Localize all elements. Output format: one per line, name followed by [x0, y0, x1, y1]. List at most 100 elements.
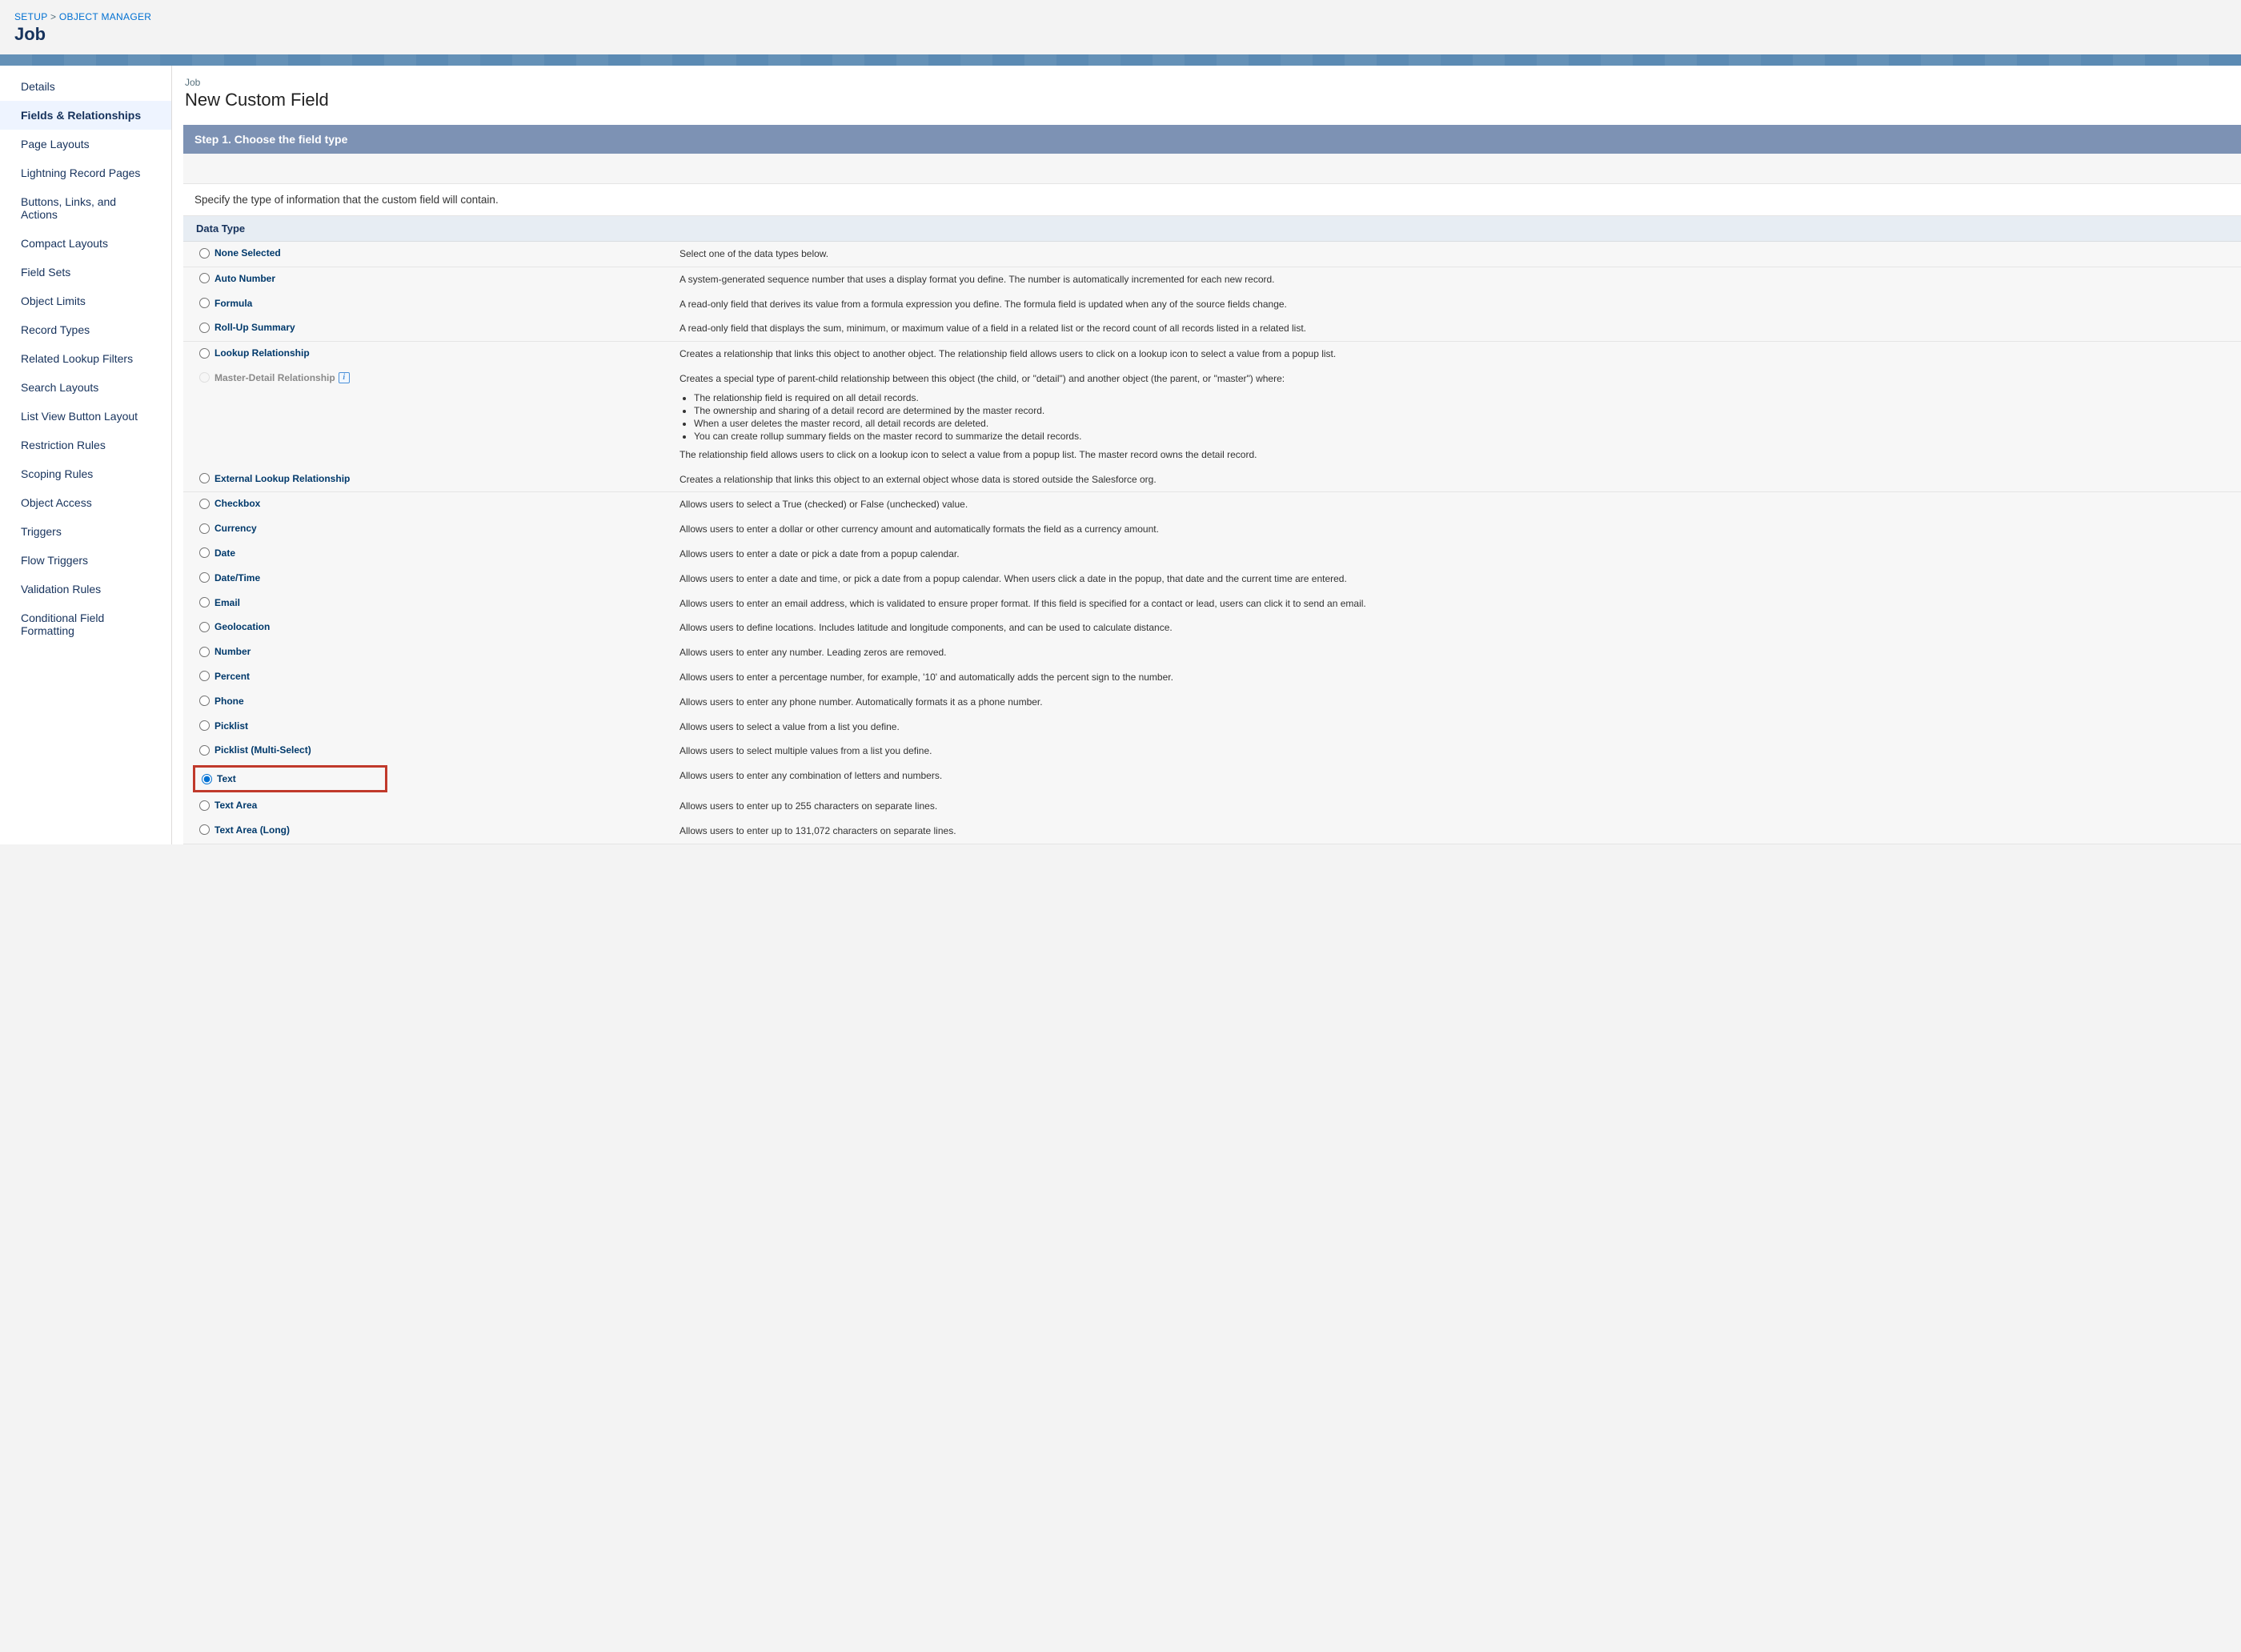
- radio-phone[interactable]: [199, 696, 210, 706]
- option-desc: Allows users to enter any number. Leadin…: [680, 640, 2233, 665]
- option-lookup-relationship[interactable]: Lookup Relationship: [199, 342, 680, 364]
- option-phone[interactable]: Phone: [199, 690, 680, 712]
- option-label: Picklist: [214, 720, 248, 732]
- option-picklist[interactable]: Picklist: [199, 715, 680, 737]
- option-label: Phone: [214, 696, 244, 707]
- radio-picklist-multi-select-[interactable]: [199, 745, 210, 756]
- radio-picklist[interactable]: [199, 720, 210, 731]
- sidebar-item-page-layouts[interactable]: Page Layouts: [0, 130, 171, 158]
- type-group: Lookup Relationship Creates a relationshi…: [183, 342, 2241, 492]
- option-percent[interactable]: Percent: [199, 665, 680, 688]
- option-roll-up-summary[interactable]: Roll-Up Summary: [199, 316, 680, 339]
- sidebar-item-field-sets[interactable]: Field Sets: [0, 258, 171, 287]
- radio-checkbox[interactable]: [199, 499, 210, 509]
- option-desc: Allows users to select multiple values f…: [680, 739, 2233, 764]
- option-desc: Allows users to enter up to 131,072 char…: [680, 819, 2233, 844]
- sidebar-item-compact-layouts[interactable]: Compact Layouts: [0, 229, 171, 258]
- radio-none-selected[interactable]: [199, 248, 210, 259]
- option-desc: Creates a special type of parent-child r…: [680, 367, 2233, 391]
- sidebar-item-object-access[interactable]: Object Access: [0, 488, 171, 517]
- option-formula[interactable]: Formula: [199, 292, 680, 315]
- option-desc: Creates a relationship that links this o…: [680, 467, 2233, 492]
- option-label: Geolocation: [214, 621, 270, 632]
- sidebar-item-object-limits[interactable]: Object Limits: [0, 287, 171, 315]
- option-text-area[interactable]: Text Area: [199, 794, 680, 816]
- data-type-section-header: Data Type: [183, 216, 2241, 242]
- bullet-item: The relationship field is required on al…: [694, 391, 2233, 404]
- option-date[interactable]: Date: [199, 542, 680, 564]
- radio-date[interactable]: [199, 547, 210, 558]
- radio-roll-up-summary[interactable]: [199, 323, 210, 333]
- option-number[interactable]: Number: [199, 640, 680, 663]
- option-label: Lookup Relationship: [214, 347, 310, 359]
- option-label: Master-Detail Relationship: [214, 372, 335, 383]
- sidebar-item-details[interactable]: Details: [0, 72, 171, 101]
- option-desc: Select one of the data types below.: [680, 242, 2233, 267]
- option-desc: A read-only field that displays the sum,…: [680, 316, 2233, 341]
- info-icon[interactable]: i: [339, 372, 350, 383]
- option-auto-number[interactable]: Auto Number: [199, 267, 680, 290]
- page-title: Job: [14, 24, 2227, 45]
- option-date-time[interactable]: Date/Time: [199, 567, 680, 589]
- sidebar-item-validation-rules[interactable]: Validation Rules: [0, 575, 171, 603]
- sidebar-item-flow-triggers[interactable]: Flow Triggers: [0, 546, 171, 575]
- sidebar-item-search-layouts[interactable]: Search Layouts: [0, 373, 171, 402]
- sidebar-item-restriction-rules[interactable]: Restriction Rules: [0, 431, 171, 459]
- option-desc: Allows users to enter up to 255 characte…: [680, 794, 2233, 819]
- radio-currency[interactable]: [199, 523, 210, 534]
- radio-text-area-long-[interactable]: [199, 824, 210, 835]
- option-currency[interactable]: Currency: [199, 517, 680, 539]
- option-desc: Allows users to enter a percentage numbe…: [680, 665, 2233, 690]
- radio-text[interactable]: [202, 774, 212, 784]
- option-label: Email: [214, 597, 240, 608]
- sidebar-item-lightning-record-pages[interactable]: Lightning Record Pages: [0, 158, 171, 187]
- sidebar-item-triggers[interactable]: Triggers: [0, 517, 171, 546]
- option-desc-bullets: The relationship field is required on al…: [680, 391, 2233, 443]
- sidebar-item-related-lookup-filters[interactable]: Related Lookup Filters: [0, 344, 171, 373]
- option-desc: Allows users to enter any phone number. …: [680, 690, 2233, 715]
- option-desc: Allows users to enter a date or pick a d…: [680, 542, 2233, 567]
- sidebar-item-list-view-button-layout[interactable]: List View Button Layout: [0, 402, 171, 431]
- radio-auto-number[interactable]: [199, 273, 210, 283]
- sidebar-item-buttons-links-and-actions[interactable]: Buttons, Links, and Actions: [0, 187, 171, 229]
- option-label: Roll-Up Summary: [214, 322, 295, 333]
- radio-lookup-relationship[interactable]: [199, 348, 210, 359]
- radio-external-lookup-relationship[interactable]: [199, 473, 210, 483]
- option-checkbox[interactable]: Checkbox: [199, 492, 680, 515]
- option-text[interactable]: Text: [197, 769, 241, 788]
- sidebar-item-fields-relationships[interactable]: Fields & Relationships: [0, 101, 171, 130]
- breadcrumb-setup[interactable]: SETUP: [14, 11, 47, 22]
- radio-number[interactable]: [199, 647, 210, 657]
- radio-formula[interactable]: [199, 298, 210, 308]
- option-desc-trail: The relationship field allows users to c…: [680, 443, 2233, 467]
- option-desc: Allows users to define locations. Includ…: [680, 615, 2233, 640]
- option-external-lookup-relationship[interactable]: External Lookup Relationship: [199, 467, 680, 490]
- option-geolocation[interactable]: Geolocation: [199, 615, 680, 638]
- breadcrumb-object-manager[interactable]: OBJECT MANAGER: [59, 11, 151, 22]
- radio-email[interactable]: [199, 597, 210, 607]
- radio-percent[interactable]: [199, 671, 210, 681]
- option-text-area-long-[interactable]: Text Area (Long): [199, 819, 680, 841]
- option-desc: Creates a relationship that links this o…: [680, 342, 2233, 367]
- sidebar-item-conditional-field-formatting[interactable]: Conditional Field Formatting: [0, 603, 171, 645]
- option-label: Picklist (Multi-Select): [214, 744, 311, 756]
- option-label: Text Area (Long): [214, 824, 290, 836]
- option-label: Formula: [214, 298, 252, 309]
- option-picklist-multi-select-[interactable]: Picklist (Multi-Select): [199, 739, 680, 761]
- sidebar-item-scoping-rules[interactable]: Scoping Rules: [0, 459, 171, 488]
- radio-date-time[interactable]: [199, 572, 210, 583]
- option-label: Text Area: [214, 800, 257, 811]
- bullet-item: You can create rollup summary fields on …: [694, 430, 2233, 443]
- option-none-selected[interactable]: None Selected: [199, 242, 680, 264]
- option-email[interactable]: Email: [199, 591, 680, 614]
- type-group: CheckboxAllows users to select a True (c…: [183, 492, 2241, 844]
- radio-geolocation[interactable]: [199, 622, 210, 632]
- sidebar-item-record-types[interactable]: Record Types: [0, 315, 171, 344]
- bullet-item: The ownership and sharing of a detail re…: [694, 404, 2233, 417]
- option-desc: Allows users to select a True (checked) …: [680, 492, 2233, 517]
- breadcrumb: SETUP > OBJECT MANAGER: [14, 11, 2227, 22]
- main-content: Job New Custom Field Step 1. Choose the …: [172, 66, 2241, 844]
- option-desc: Allows users to enter a dollar or other …: [680, 517, 2233, 542]
- radio-text-area[interactable]: [199, 800, 210, 811]
- breadcrumb-separator: >: [50, 11, 56, 22]
